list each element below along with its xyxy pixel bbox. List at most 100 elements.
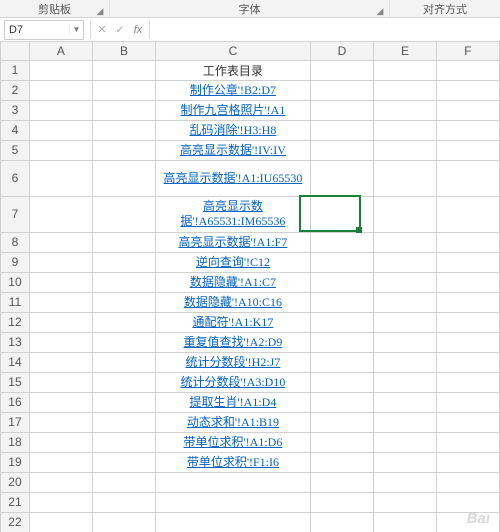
cell[interactable] xyxy=(29,232,92,252)
hyperlink-cell[interactable]: 高亮显示数据'!A1:F7 xyxy=(156,234,310,251)
cell[interactable] xyxy=(29,312,92,332)
cell[interactable]: 数据隐藏'!A10:C16 xyxy=(155,292,310,312)
hyperlink-cell[interactable]: 乱码消除'!H3:H8 xyxy=(156,122,310,139)
cell[interactable] xyxy=(155,492,310,512)
cell[interactable] xyxy=(92,332,155,352)
cell[interactable] xyxy=(436,80,499,100)
cell[interactable] xyxy=(373,272,436,292)
row-header[interactable]: 21 xyxy=(1,492,30,512)
cell[interactable] xyxy=(310,412,373,432)
cell[interactable] xyxy=(29,452,92,472)
cell[interactable] xyxy=(92,452,155,472)
cell[interactable]: 高亮显示数据'!IV:IV xyxy=(155,140,310,160)
cell[interactable] xyxy=(310,140,373,160)
row-header[interactable]: 9 xyxy=(1,252,30,272)
hyperlink-cell[interactable]: 逆向查询'!C12 xyxy=(156,254,310,271)
row-header[interactable]: 5 xyxy=(1,140,30,160)
hyperlink-cell[interactable]: 高亮显示数据'!IV:IV xyxy=(156,142,310,159)
col-header[interactable]: A xyxy=(29,42,92,60)
cell[interactable] xyxy=(92,372,155,392)
hyperlink-cell[interactable]: 提取生肖'!A1:D4 xyxy=(156,394,310,411)
cell[interactable] xyxy=(155,472,310,492)
cells-grid[interactable]: A B C D E F 1工作表目录2制作公章'!B2:D73制作九宫格照片'!… xyxy=(0,42,500,532)
cell[interactable] xyxy=(310,352,373,372)
cell[interactable] xyxy=(29,352,92,372)
cell[interactable] xyxy=(29,372,92,392)
cell[interactable]: 工作表目录 xyxy=(155,60,310,80)
cell[interactable] xyxy=(92,312,155,332)
confirm-icon[interactable]: ✓ xyxy=(111,21,129,39)
col-header[interactable]: C xyxy=(155,42,310,60)
cell[interactable] xyxy=(436,432,499,452)
cell[interactable] xyxy=(92,160,155,196)
cell[interactable] xyxy=(29,432,92,452)
cell[interactable] xyxy=(29,80,92,100)
cell[interactable] xyxy=(373,100,436,120)
cell[interactable] xyxy=(310,392,373,412)
row-header[interactable]: 13 xyxy=(1,332,30,352)
cell[interactable] xyxy=(29,160,92,196)
cell[interactable] xyxy=(373,312,436,332)
dialog-launcher-icon[interactable]: ◢ xyxy=(95,6,105,16)
cell[interactable] xyxy=(436,492,499,512)
cell[interactable] xyxy=(29,60,92,80)
cell[interactable] xyxy=(373,472,436,492)
hyperlink-cell[interactable]: 动态求和'!A1:B19 xyxy=(156,414,310,431)
row-header[interactable]: 3 xyxy=(1,100,30,120)
hyperlink-cell[interactable]: 数据隐藏'!A1:C7 xyxy=(156,274,310,291)
formula-input[interactable] xyxy=(152,20,500,40)
cell[interactable] xyxy=(92,232,155,252)
select-all-corner[interactable] xyxy=(1,42,30,60)
cell[interactable] xyxy=(373,120,436,140)
row-header[interactable]: 4 xyxy=(1,120,30,140)
cell[interactable] xyxy=(29,100,92,120)
cell[interactable] xyxy=(310,492,373,512)
cell[interactable] xyxy=(436,272,499,292)
worksheet-area[interactable]: A B C D E F 1工作表目录2制作公章'!B2:D73制作九宫格照片'!… xyxy=(0,42,500,532)
cell[interactable] xyxy=(436,100,499,120)
chevron-down-icon[interactable]: ▼ xyxy=(69,25,83,34)
cell[interactable]: 带单位求积'!F1:I6 xyxy=(155,452,310,472)
cell[interactable] xyxy=(310,472,373,492)
cell[interactable] xyxy=(29,512,92,532)
cell[interactable] xyxy=(436,232,499,252)
cell[interactable] xyxy=(436,140,499,160)
row-header[interactable]: 15 xyxy=(1,372,30,392)
cancel-icon[interactable]: ✕ xyxy=(93,21,111,39)
row-header[interactable]: 14 xyxy=(1,352,30,372)
cell[interactable] xyxy=(310,120,373,140)
col-header[interactable]: E xyxy=(373,42,436,60)
hyperlink-cell[interactable]: 高亮显示数据'!A1:IU65530 xyxy=(156,170,310,187)
cell[interactable]: 统计分数段'!H2:J7 xyxy=(155,352,310,372)
row-header[interactable]: 10 xyxy=(1,272,30,292)
cell[interactable] xyxy=(373,80,436,100)
cell[interactable] xyxy=(436,252,499,272)
cell[interactable] xyxy=(92,272,155,292)
cell[interactable] xyxy=(373,372,436,392)
cell[interactable] xyxy=(29,140,92,160)
hyperlink-cell[interactable]: 重复值查找'!A2:D9 xyxy=(156,334,310,351)
row-header[interactable]: 20 xyxy=(1,472,30,492)
cell[interactable] xyxy=(436,120,499,140)
cell[interactable] xyxy=(92,140,155,160)
hyperlink-cell[interactable]: 制作公章'!B2:D7 xyxy=(156,82,310,99)
cell[interactable]: 高亮显示数据'!A1:IU65530 xyxy=(155,160,310,196)
cell[interactable] xyxy=(436,412,499,432)
cell[interactable]: 高亮显示数据'!A1:F7 xyxy=(155,232,310,252)
cell[interactable]: 带单位求积'!A1:D6 xyxy=(155,432,310,452)
cell[interactable] xyxy=(373,160,436,196)
cell[interactable] xyxy=(29,272,92,292)
row-header[interactable]: 17 xyxy=(1,412,30,432)
cell[interactable] xyxy=(373,512,436,532)
hyperlink-cell[interactable]: 高亮显示数据'!A65531:IM65536 xyxy=(156,198,310,230)
cell[interactable] xyxy=(92,252,155,272)
cell[interactable] xyxy=(436,352,499,372)
cell[interactable] xyxy=(310,252,373,272)
row-header[interactable]: 7 xyxy=(1,196,30,232)
cell[interactable] xyxy=(29,292,92,312)
cell[interactable] xyxy=(436,312,499,332)
cell[interactable] xyxy=(310,80,373,100)
cell[interactable] xyxy=(29,472,92,492)
cell[interactable] xyxy=(92,196,155,232)
cell[interactable] xyxy=(92,352,155,372)
